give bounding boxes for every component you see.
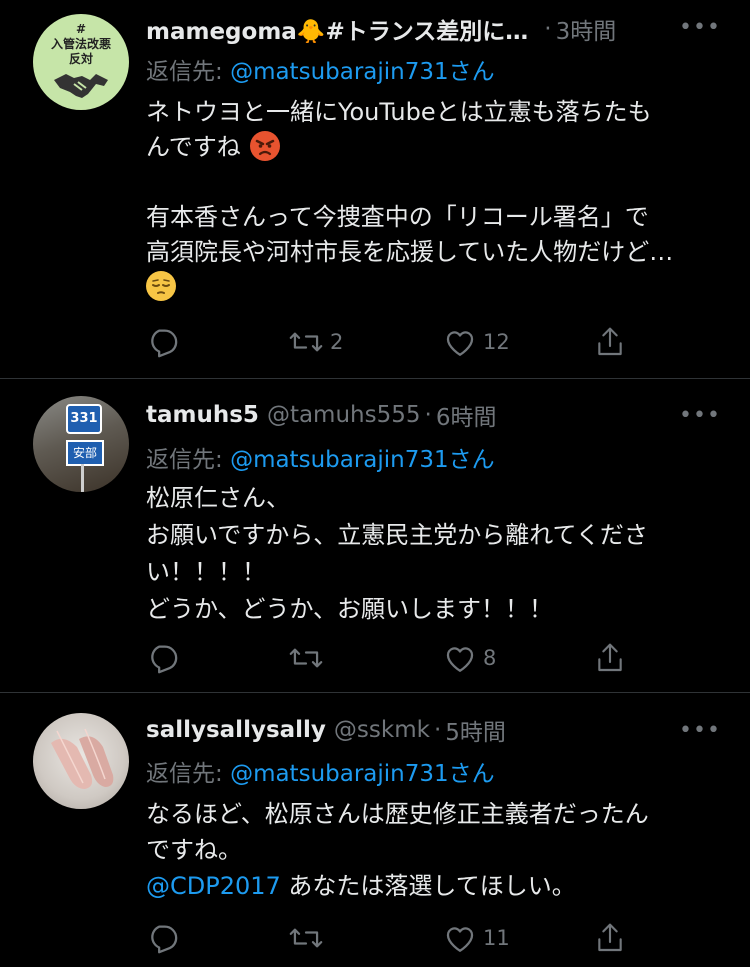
reply-to-mention[interactable]: @matsubarajin731さん [230,59,495,85]
share-button[interactable] [594,324,626,360]
reply-to-label: 返信先: [146,761,231,787]
tweet-text: ネトウヨと一緒にYouTubeとは立憲も落ちたも んですね 有本香さんって今捜査… [146,95,731,305]
display-name[interactable]: tamuhs5 [146,402,259,428]
like-count: 12 [483,330,510,354]
tweet[interactable]: sallysallysally @sskmk · 5時間 ••• 返信先: @m… [0,693,750,967]
retweet-icon [289,332,323,352]
reply-to: 返信先: @matsubarajin731さん [146,440,495,474]
retweet-button[interactable] [288,640,330,676]
tweet[interactable]: 331 安部 tamuhs5 @tamuhs555 · 6時間 ••• 返信先:… [0,379,750,692]
ballet-shoes-icon [51,728,114,789]
more-options-icon[interactable]: ••• [679,400,720,430]
avatar[interactable]: # 入管法改悪 反対 [33,14,129,110]
user-handle[interactable]: @sskmk [334,717,430,743]
reply-to-label: 返信先: [146,59,231,85]
reply-icon [151,925,178,954]
tweet-header: tamuhs5 @tamuhs555 · 6時間 [146,397,496,433]
handshake-icon [54,74,108,98]
reply-to-mention[interactable]: @matsubarajin731さん [230,447,495,473]
avatar-text-hash: # [75,22,87,36]
tweet[interactable]: # 入管法改悪 反対 mamegoma🐥#トランス差別に… · 3時間 ••• … [0,0,750,378]
avatar-text-line1: 入管法改悪 [50,37,111,51]
display-name[interactable]: sallysallysally [146,717,326,743]
like-button[interactable]: 12 [443,324,510,360]
more-options-icon[interactable]: ••• [679,715,720,745]
tweet-actions: 11 [145,920,645,956]
share-icon [598,643,622,672]
share-icon [598,327,622,356]
more-options-icon[interactable]: ••• [679,12,720,42]
separator-dot: · [424,402,432,428]
retweet-icon [289,648,323,668]
tweet-text-line: @CDP2017 あなたは落選してほしい。 [146,872,576,900]
tweet-text-line: どうか、どうか、お願いします！！！ [146,595,554,623]
tweet-text: 松原仁さん、 お願いですから、立憲民主党から離れてくださ い！！！！ どうか、ど… [146,480,731,628]
route-sign: 331 [66,404,102,434]
avatar-text-line2: 反対 [68,52,93,66]
route-number: 331 [70,411,98,426]
heart-icon [446,331,474,356]
tweet-text: なるほど、松原さんは歴史修正主義者だったん ですね。 @CDP2017 あなたは… [146,796,731,904]
tweet-header: mamegoma🐥#トランス差別に… · 3時間 [146,11,616,47]
reply-button[interactable] [145,640,179,676]
angry-face-emoji [250,131,281,161]
timestamp[interactable]: 3時間 [556,12,617,46]
heart-icon [446,647,474,672]
tweet-text-line: お願いですから、立憲民主党から離れてくださ [146,521,648,549]
tweet-header: sallysallysally @sskmk · 5時間 [146,712,506,748]
reply-icon [151,329,178,358]
retweet-count: 2 [330,330,344,354]
timestamp[interactable]: 5時間 [445,713,506,747]
tweet-actions: 8 [145,640,645,676]
reply-icon [151,645,178,674]
share-icon [598,923,622,952]
pensive-face-emoji [146,271,176,301]
reply-to: 返信先: @matsubarajin731さん [146,52,495,86]
like-count: 11 [483,926,510,950]
reply-button[interactable] [145,324,179,360]
share-button[interactable] [594,920,626,956]
like-count: 8 [483,646,497,670]
mention-link[interactable]: @CDP2017 [146,872,281,900]
tweet-text-line: 松原仁さん、 [146,484,290,512]
tweet-text-line: なるほど、松原さんは歴史修正主義者だったん [146,800,649,828]
retweet-button[interactable] [288,920,330,956]
tweet-text-line: 高須院長や河村市長を応援していた人物だけど… [146,238,674,266]
tweet-text-line: ネトウヨと一緒にYouTubeとは立憲も落ちたも [146,98,652,126]
timestamp[interactable]: 6時間 [436,398,497,432]
user-handle[interactable]: @tamuhs555 [267,402,421,428]
tweet-text-line: い！！！！ [146,558,266,586]
place-sign: 安部 [66,440,104,466]
like-button[interactable]: 11 [443,920,510,956]
tweet-text-line: ですね。 [146,836,242,864]
share-button[interactable] [594,640,626,676]
display-name[interactable]: mamegoma🐥#トランス差別に… [146,12,528,46]
retweet-icon [289,928,323,948]
reply-to-mention[interactable]: @matsubarajin731さん [230,761,495,787]
retweet-button[interactable]: 2 [288,324,343,360]
avatar[interactable]: 331 安部 [33,396,129,492]
like-button[interactable]: 8 [443,640,496,676]
reply-to: 返信先: @matsubarajin731さん [146,754,495,788]
reply-button[interactable] [145,920,179,956]
avatar[interactable] [33,713,129,809]
separator-dot: · [544,16,552,42]
place-name: 安部 [72,446,97,460]
tweet-text-line: 有本香さんって今捜査中の「リコール署名」で [146,203,649,231]
tweet-actions: 2 12 [145,324,645,360]
reply-to-label: 返信先: [146,447,231,473]
tweet-text-line: んですね [146,130,731,165]
heart-icon [446,927,474,952]
separator-dot: · [433,717,442,743]
